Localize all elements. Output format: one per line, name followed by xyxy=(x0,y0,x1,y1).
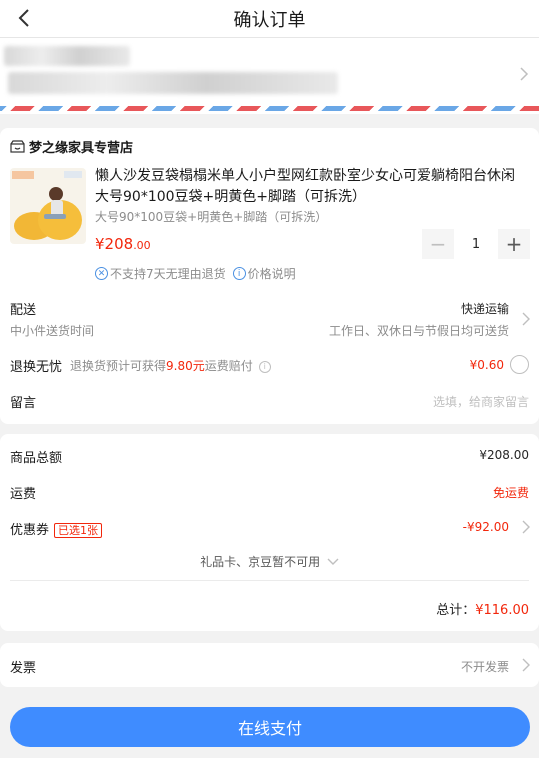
address-section[interactable] xyxy=(0,38,539,114)
summary-divider xyxy=(10,580,529,581)
chevron-down-icon xyxy=(327,558,339,565)
insurance-radio[interactable] xyxy=(510,355,529,374)
goods-total-value: ¥208.00 xyxy=(479,448,529,462)
shop-header[interactable]: 梦之缘家具专营店 xyxy=(10,137,133,156)
increase-button[interactable]: + xyxy=(498,229,530,259)
gift-note-text: 礼品卡、京豆暂不可用 xyxy=(200,555,321,569)
product-price: ¥208.00 xyxy=(95,234,151,253)
no-return-icon: ✕ xyxy=(95,267,108,280)
insurance-desc-prefix: 退换货预计可获得 xyxy=(70,359,167,373)
shop-icon xyxy=(10,140,25,153)
summary-card: 商品总额 ¥208.00 运费 免运费 优惠券 已选1张 -¥92.00 礼品卡、… xyxy=(0,434,539,631)
delivery-label: 配送 xyxy=(10,303,37,318)
price-note-text: 价格说明 xyxy=(247,267,296,281)
product-image[interactable] xyxy=(10,168,86,244)
decrease-button[interactable]: − xyxy=(422,229,454,259)
shop-card: 梦之缘家具专营店 懒人沙发豆袋榻榻米单人小户型网红款卧室少女心可爱躺椅阳台休闲大… xyxy=(0,128,539,424)
address-stripe xyxy=(0,106,539,111)
chevron-right-icon xyxy=(522,312,530,326)
delivery-time: 工作日、双休日与节假日均可送货 xyxy=(328,324,509,338)
message-input[interactable]: 选填，给商家留言 xyxy=(433,393,529,410)
product-spec[interactable]: 大号90*100豆袋+明黄色+脚踏（可拆洗） xyxy=(95,208,327,225)
total-value: ¥116.00 xyxy=(475,603,529,618)
product-tags: ✕ 不支持7天无理由退货 i 价格说明 xyxy=(95,265,296,282)
page-title: 确认订单 xyxy=(233,10,306,31)
chevron-right-icon xyxy=(522,520,530,534)
message-label: 留言 xyxy=(10,396,37,411)
quantity-stepper: − 1 + xyxy=(422,229,530,259)
shipping-label: 运费 xyxy=(10,487,37,502)
coupon-value: -¥92.00 xyxy=(462,520,509,534)
order-total: 总计：¥116.00 xyxy=(436,599,529,618)
invoice-row[interactable]: 发票 不开发票 xyxy=(0,643,539,687)
info-icon[interactable]: i xyxy=(258,360,271,373)
quantity-value[interactable]: 1 xyxy=(454,229,498,259)
chevron-right-icon xyxy=(520,67,529,81)
insurance-amount: 9.80元 xyxy=(166,359,205,373)
goods-total-label: 商品总额 xyxy=(10,451,63,466)
no-return-text: 不支持7天无理由退货 xyxy=(110,267,226,281)
price-decimal: .00 xyxy=(133,239,151,252)
insurance-desc: 退换货预计可获得9.80元运费赔付 i xyxy=(70,357,271,374)
delivery-method: 快递运输 xyxy=(460,302,509,316)
chevron-right-icon xyxy=(522,658,530,672)
coupon-label: 优惠券 已选1张 xyxy=(10,519,103,538)
product-title[interactable]: 懒人沙发豆袋榻榻米单人小户型网红款卧室少女心可爱躺椅阳台休闲大号90*100豆袋… xyxy=(95,166,525,208)
invoice-value: 不开发票 xyxy=(460,660,509,674)
total-label: 总计： xyxy=(436,603,476,618)
invoice-label: 发票 xyxy=(10,661,37,676)
delivery-sub: 中小件送货时间 xyxy=(10,324,95,338)
coupon-label-text: 优惠券 xyxy=(10,523,50,538)
insurance-label: 退换无忧 xyxy=(10,360,63,375)
gift-card-note[interactable]: 礼品卡、京豆暂不可用 xyxy=(0,553,539,570)
coupon-badge: 已选1张 xyxy=(54,523,103,538)
insurance-price: ¥0.60 xyxy=(469,358,504,372)
address-detail-blurred xyxy=(8,72,338,94)
shipping-value: 免运费 xyxy=(492,486,529,500)
price-note-tag[interactable]: i 价格说明 xyxy=(232,265,296,282)
price-integer: ¥208 xyxy=(95,235,134,253)
nav-bar: 确认订单 xyxy=(0,0,539,38)
no-return-tag: ✕ 不支持7天无理由退货 xyxy=(95,265,226,282)
shop-name: 梦之缘家具专营店 xyxy=(29,141,134,156)
insurance-desc-suffix: 运费赔付 xyxy=(204,359,253,373)
pay-online-button[interactable]: 在线支付 xyxy=(10,707,530,747)
info-icon: i xyxy=(232,267,246,280)
address-name-blurred xyxy=(4,46,130,66)
